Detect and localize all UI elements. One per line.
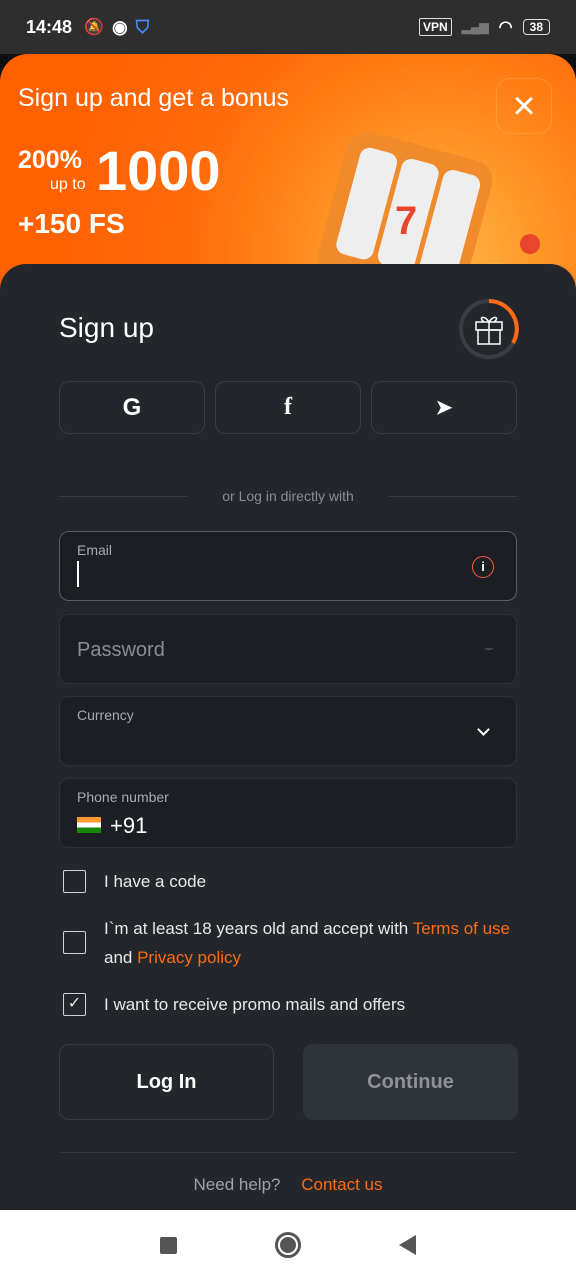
currency-select[interactable]: Currency (59, 696, 517, 766)
email-field[interactable]: Email i (59, 531, 517, 601)
currency-label: Currency (77, 707, 134, 723)
shield-icon: ⛉ (135, 16, 150, 37)
telegram-login-button[interactable]: ➤ (371, 381, 517, 434)
eye-closed-icon[interactable]: ⌣ (483, 639, 494, 657)
back-button[interactable] (399, 1235, 416, 1255)
age-text: I`m at least 18 years old and accept wit… (104, 919, 413, 938)
clock: 14:48 (26, 16, 73, 37)
phone-code: +91 (110, 813, 148, 838)
bonus-up-to: up to (50, 176, 86, 193)
signal-icon: ▂▄▆ (461, 20, 489, 34)
wifi-icon: ◠ (498, 19, 513, 36)
signup-card: Sign up G f ➤ or Log in directly with Em… (0, 264, 576, 1210)
age-and: and (104, 948, 138, 967)
login-button[interactable]: Log In (59, 1044, 274, 1120)
android-nav-bar (0, 1210, 576, 1280)
password-field[interactable]: Password ⌣ (59, 614, 517, 684)
have-code-label: I have a code (104, 872, 207, 891)
telegram-icon: ➤ (435, 397, 453, 419)
vpn-badge: VPN (419, 18, 452, 36)
divider: or Log in directly with (59, 488, 518, 504)
bonus-amount: 1000 (96, 139, 221, 202)
age-checkbox[interactable] (63, 931, 86, 954)
india-flag-icon[interactable] (77, 817, 101, 833)
phone-label: Phone number (77, 789, 169, 805)
banner-title: Sign up and get a bonus (18, 84, 290, 112)
chrome-icon: ◉ (111, 16, 128, 37)
page-title: Sign up (59, 312, 154, 343)
continue-button[interactable]: Continue (303, 1044, 518, 1120)
mute-icon: 🔕 (84, 19, 104, 36)
facebook-icon: f (284, 394, 292, 420)
social-login-row: G f ➤ (59, 381, 517, 434)
promo-checkbox[interactable]: ✓ (63, 993, 86, 1016)
text-cursor (77, 561, 79, 587)
promo-checkbox-row[interactable]: ✓ I want to receive promo mails and offe… (63, 990, 513, 1019)
password-placeholder: Password (77, 639, 165, 661)
google-login-button[interactable]: G (59, 381, 205, 434)
contact-link[interactable]: Contact us (301, 1175, 382, 1194)
divider-text: or Log in directly with (222, 488, 354, 504)
bonus-percent: 200% (18, 146, 82, 174)
have-code-checkbox[interactable] (63, 870, 86, 893)
facebook-login-button[interactable]: f (215, 381, 361, 434)
privacy-link[interactable]: Privacy policy (137, 948, 241, 967)
email-label: Email (77, 542, 113, 558)
help-row: Need help? Contact us (59, 1152, 517, 1195)
status-bar: 14:48 🔕 ◉ ⛉ VPN ▂▄▆ ◠ 38 (0, 0, 576, 54)
help-text: Need help? (193, 1175, 281, 1194)
home-button[interactable] (275, 1232, 301, 1258)
chevron-down-icon (477, 723, 490, 736)
terms-link[interactable]: Terms of use (413, 919, 510, 938)
gift-icon[interactable] (458, 298, 520, 360)
svg-text:7: 7 (395, 199, 417, 243)
have-code-checkbox-row[interactable]: I have a code (63, 867, 513, 896)
close-button[interactable]: × (496, 78, 552, 134)
bonus-banner: Sign up and get a bonus 200% up to 1000 … (0, 54, 576, 294)
info-icon[interactable]: i (472, 556, 494, 578)
recents-button[interactable] (160, 1236, 177, 1254)
free-spins: +150 FS (18, 208, 125, 239)
promo-label: I want to receive promo mails and offers (104, 995, 406, 1014)
google-icon: G (122, 393, 142, 421)
phone-field[interactable]: Phone number +91 (59, 778, 517, 848)
battery-icon: 38 (522, 19, 550, 35)
age-checkbox-row[interactable]: I`m at least 18 years old and accept wit… (63, 914, 513, 972)
